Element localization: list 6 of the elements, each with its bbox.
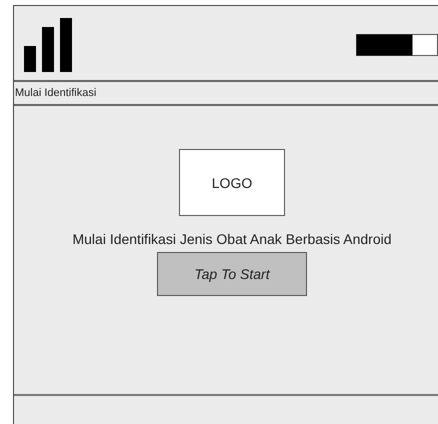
- screen-title: Mulai Identifikasi: [14, 87, 96, 99]
- logo-text: LOGO: [212, 174, 252, 190]
- signal-icon: [24, 18, 72, 72]
- start-button[interactable]: Tap To Start: [157, 252, 307, 296]
- app-subtitle: Mulai Identifikasi Jenis Obat Anak Berbasis Android: [72, 231, 392, 247]
- battery-icon: [356, 34, 438, 56]
